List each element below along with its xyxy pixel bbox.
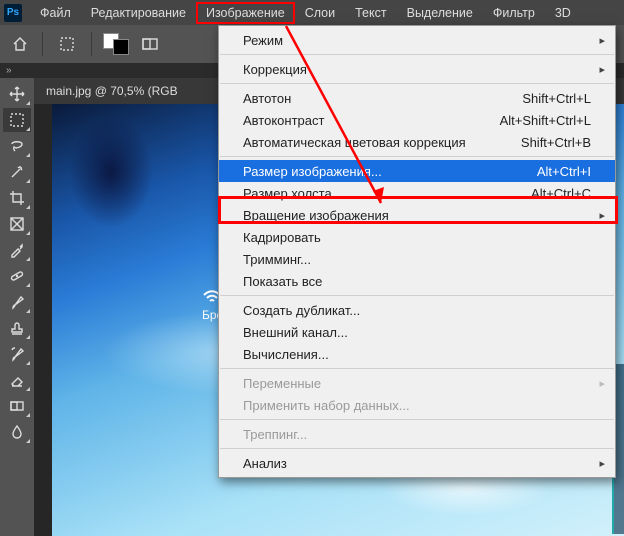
menu-выделение[interactable]: Выделение — [397, 2, 483, 24]
menu-item[interactable]: Анализ — [219, 452, 615, 474]
crop-tool[interactable] — [3, 186, 31, 210]
eraser-tool[interactable] — [3, 368, 31, 392]
menu-item[interactable]: Тримминг... — [219, 248, 615, 270]
eraser-icon — [9, 372, 25, 388]
wand-icon — [9, 164, 25, 180]
lasso-icon — [9, 138, 25, 154]
menu-item[interactable]: Автоматическая цветовая коррекция Shift+C… — [219, 131, 615, 153]
menu-item[interactable]: Вычисления... — [219, 343, 615, 365]
menu-item[interactable]: Вращение изображения — [219, 204, 615, 226]
menu-item[interactable]: Режим — [219, 29, 615, 51]
menu-item-label: Кадрировать — [243, 230, 321, 245]
menu-item-label: Коррекция — [243, 62, 307, 77]
marquee-tool[interactable] — [3, 108, 31, 132]
menu-item-label: Анализ — [243, 456, 287, 471]
menu-item-label: Вращение изображения — [243, 208, 389, 223]
menu-item[interactable]: Размер холста... Alt+Ctrl+C — [219, 182, 615, 204]
tools-panel — [0, 78, 34, 536]
wand-tool[interactable] — [3, 160, 31, 184]
menu-item: Треппинг... — [219, 423, 615, 445]
crop-icon — [9, 190, 25, 206]
eyedropper-tool[interactable] — [3, 238, 31, 262]
menu-separator — [220, 448, 614, 449]
home-button[interactable] — [8, 32, 32, 56]
menu-item-label: Внешний канал... — [243, 325, 348, 340]
menu-separator — [220, 54, 614, 55]
menu-item-label: Создать дубликат... — [243, 303, 360, 318]
brush-icon — [9, 294, 25, 310]
history-brush-icon — [9, 346, 25, 362]
menu-item[interactable]: Размер изображения... Alt+Ctrl+I — [219, 160, 615, 182]
frame-icon — [9, 216, 25, 232]
menu-item-label: Показать все — [243, 274, 322, 289]
menu-item-label: Автоматическая цветовая коррекция — [243, 135, 466, 150]
separator — [42, 32, 43, 56]
frame-tool[interactable] — [3, 212, 31, 236]
menu-item-label: Вычисления... — [243, 347, 329, 362]
marquee-preset[interactable] — [53, 32, 81, 56]
menu-item-label: Размер изображения... — [243, 164, 382, 179]
menu-item-shortcut: Shift+Ctrl+B — [521, 135, 591, 150]
menu-separator — [220, 368, 614, 369]
menu-редактирование[interactable]: Редактирование — [81, 2, 196, 24]
separator — [91, 32, 92, 56]
swatches[interactable] — [102, 32, 130, 56]
menu-слои[interactable]: Слои — [295, 2, 345, 24]
menu-item-shortcut: Shift+Ctrl+L — [522, 91, 591, 106]
app-logo: Ps — [4, 4, 22, 22]
move-icon — [9, 86, 25, 102]
lasso-tool[interactable] — [3, 134, 31, 158]
brush-tool[interactable] — [3, 290, 31, 314]
menu-item: Применить набор данных... — [219, 394, 615, 416]
gradient-tool[interactable] — [3, 394, 31, 418]
image-menu-dropdown: Режим Коррекция Автотон Shift+Ctrl+L Автокон… — [218, 25, 616, 478]
mask-mode[interactable] — [136, 32, 164, 56]
menu-item[interactable]: Создать дубликат... — [219, 299, 615, 321]
menu-item-label: Тримминг... — [243, 252, 311, 267]
menu-текст[interactable]: Текст — [345, 2, 396, 24]
menu-item-label: Автотон — [243, 91, 291, 106]
menu-item[interactable]: Коррекция — [219, 58, 615, 80]
eyedropper-icon — [9, 242, 25, 258]
marquee-icon — [59, 36, 75, 52]
menu-item-label: Применить набор данных... — [243, 398, 410, 413]
blur-tool[interactable] — [3, 420, 31, 444]
bandaid-icon — [9, 268, 25, 284]
menu-item[interactable]: Автоконтраст Alt+Shift+Ctrl+L — [219, 109, 615, 131]
menu-item-label: Переменные — [243, 376, 321, 391]
stamp-tool[interactable] — [3, 316, 31, 340]
fg-bg-swatch — [103, 33, 129, 55]
droplet-icon — [9, 424, 25, 440]
menu-separator — [220, 419, 614, 420]
menu-item-label: Треппинг... — [243, 427, 307, 442]
menu-3d[interactable]: 3D — [545, 2, 581, 24]
menu-item[interactable]: Автотон Shift+Ctrl+L — [219, 87, 615, 109]
menu-файл[interactable]: Файл — [30, 2, 81, 24]
menu-item-label: Режим — [243, 33, 283, 48]
menu-item-shortcut: Alt+Ctrl+I — [537, 164, 591, 179]
document-title: main.jpg @ 70,5% (RGB — [46, 84, 178, 98]
menubar: Ps ФайлРедактированиеИзображениеСлоиТекс… — [0, 0, 624, 25]
history-brush-tool[interactable] — [3, 342, 31, 366]
menu-изображение[interactable]: Изображение — [196, 2, 295, 24]
gradient-icon — [9, 398, 25, 414]
menu-item-label: Размер холста... — [243, 186, 343, 201]
menu-separator — [220, 295, 614, 296]
heal-tool[interactable] — [3, 264, 31, 288]
move-tool[interactable] — [3, 82, 31, 106]
menu-item: Переменные — [219, 372, 615, 394]
menu-item[interactable]: Внешний канал... — [219, 321, 615, 343]
home-icon — [12, 36, 28, 52]
menu-separator — [220, 156, 614, 157]
menu-item-label: Автоконтраст — [243, 113, 324, 128]
menu-item[interactable]: Показать все — [219, 270, 615, 292]
mask-icon — [142, 36, 158, 52]
menu-item-shortcut: Alt+Shift+Ctrl+L — [500, 113, 591, 128]
menu-фильтр[interactable]: Фильтр — [483, 2, 545, 24]
menu-separator — [220, 83, 614, 84]
menu-item[interactable]: Кадрировать — [219, 226, 615, 248]
stamp-icon — [9, 320, 25, 336]
menu-item-shortcut: Alt+Ctrl+C — [531, 186, 591, 201]
marquee-icon — [9, 112, 25, 128]
